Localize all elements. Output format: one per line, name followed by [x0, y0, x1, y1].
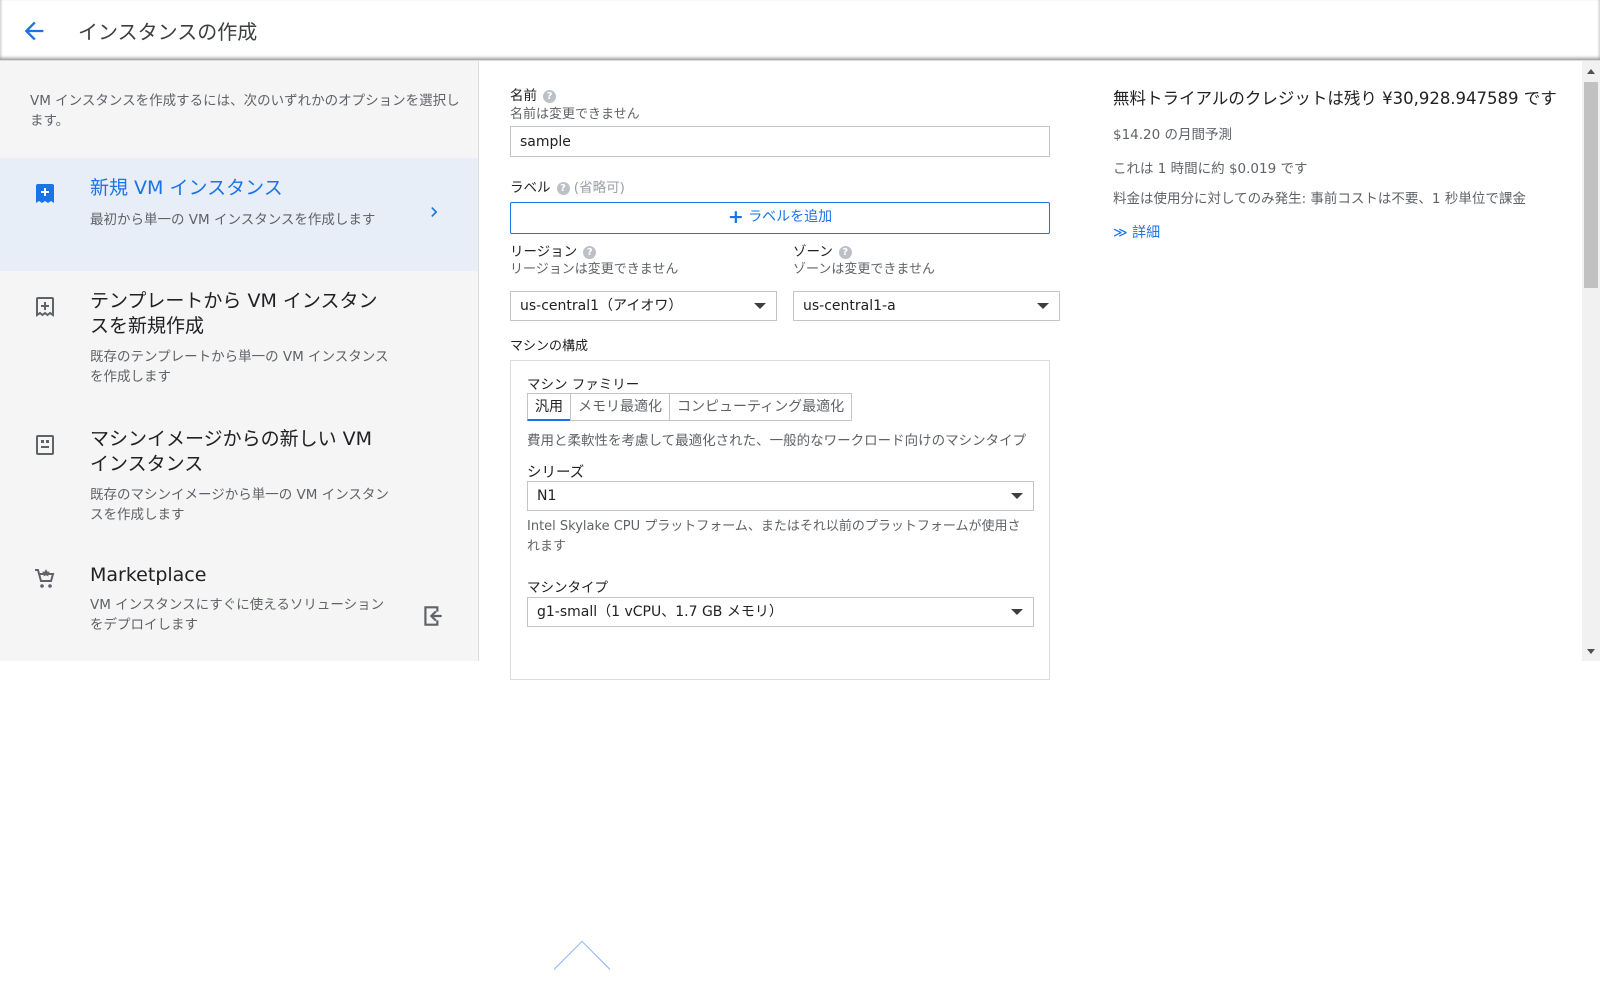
zone-label: ゾーン? — [793, 240, 852, 260]
option-desc: 既存のテンプレートから単一の VM インスタンスを作成します — [90, 349, 389, 385]
series-select[interactable]: N1 — [527, 481, 1034, 511]
option-title: テンプレートから VM インスタンスを新規作成 — [90, 290, 378, 337]
option-from-machine-image[interactable]: マシンイメージからの新しい VM インスタンス 既存のマシンイメージから単一の … — [0, 417, 478, 537]
series-label: シリーズ — [527, 465, 585, 481]
machine-config-box: マシン ファミリー 汎用 メモリ最適化 コンピューティング最適化 費用と柔軟性を… — [510, 360, 1050, 997]
scroll-down-icon[interactable] — [1587, 649, 1595, 654]
option-desc: 最初から単一の VM インスタンスを作成します — [90, 212, 376, 228]
dropdown-icon — [1011, 493, 1023, 499]
add-box-icon — [36, 184, 54, 203]
option-title: マシンイメージからの新しい VM インスタンス — [90, 428, 373, 475]
region-label: リージョン? — [510, 240, 597, 260]
dropdown-icon — [1037, 303, 1049, 309]
name-sub: 名前は変更できません — [510, 107, 640, 122]
add-label-button[interactable]: + ラベルを追加 — [510, 202, 1050, 234]
main-form: 名前? 名前は変更できません ラベル? (省略可) + ラベルを追加 リージョン… — [480, 61, 1583, 997]
plus-icon: + — [727, 206, 744, 228]
machine-type-label: マシンタイプ — [527, 580, 608, 596]
chevron-right-icon — [431, 207, 438, 217]
tab-compute-optimized[interactable]: コンピューティング最適化 — [669, 393, 853, 421]
scrollbar[interactable] — [1582, 61, 1600, 661]
expand-icon: ≫ — [1113, 225, 1128, 241]
option-title: Marketplace — [90, 564, 207, 586]
name-label: 名前? — [510, 84, 556, 104]
series-desc: Intel Skylake CPU プラットフォーム、またはそれ以前のプラットフ… — [527, 519, 1021, 554]
dropdown-icon — [754, 303, 766, 309]
machine-config-label: マシンの構成 — [510, 339, 589, 354]
option-title: 新規 VM インスタンス — [90, 177, 283, 199]
monthly-estimate: $14.20 の月間予測 — [1113, 127, 1233, 143]
add-template-icon — [36, 297, 54, 317]
label-label: ラベル? (省略可) — [510, 180, 625, 196]
region-select[interactable]: us-central1（アイオワ） — [510, 291, 777, 321]
credit-text: 無料トライアルのクレジットは残り ¥30,928.947589 です — [1113, 89, 1557, 108]
tab-memory-optimized[interactable]: メモリ最適化 — [570, 393, 670, 421]
option-desc: 既存のマシンイメージから単一の VM インスタンスを作成します — [90, 487, 389, 523]
region-sub: リージョンは変更できません — [510, 262, 679, 277]
machine-type-select[interactable]: g1-small（1 vCPU、1.7 GB メモリ） — [527, 597, 1034, 627]
page-title: インスタンスの作成 — [78, 20, 258, 44]
help-icon[interactable]: ? — [556, 182, 570, 195]
zone-select[interactable]: us-central1-a — [793, 291, 1060, 321]
family-desc: 費用と柔軟性を考慮して最適化された、一般的なワークロード向けのマシンタイプ — [527, 433, 1027, 449]
cost-summary: 無料トライアルのクレジットは残り ¥30,928.947589 です $14.2… — [1113, 85, 1583, 242]
sidebar-intro: VM インスタンスを作成するには、次のいずれかのオプションを選択します。 — [30, 93, 460, 129]
machine-image-icon — [36, 435, 54, 455]
diagram-shape — [553, 940, 611, 997]
details-link[interactable]: ≫ 詳細 — [1113, 222, 1583, 242]
scroll-thumb[interactable] — [1584, 82, 1598, 288]
sidebar: VM インスタンスを作成するには、次のいずれかのオプションを選択します。 新規 … — [0, 61, 479, 661]
family-tabs: 汎用 メモリ最適化 コンピューティング最適化 — [527, 393, 853, 421]
machine-family-label: マシン ファミリー — [527, 377, 640, 393]
scroll-up-icon[interactable] — [1587, 69, 1595, 74]
help-icon[interactable]: ? — [543, 90, 556, 103]
hourly-estimate: これは 1 時間に約 $0.019 です — [1113, 161, 1308, 177]
option-new-vm[interactable]: 新規 VM インスタンス 最初から単一の VM インスタンスを作成します — [0, 158, 478, 271]
collapse-panel-icon[interactable] — [420, 603, 446, 629]
top-bar: インスタンスの作成 — [0, 0, 1600, 61]
dropdown-icon — [1011, 609, 1023, 615]
option-from-template[interactable]: テンプレートから VM インスタンスを新規作成 既存のテンプレートから単一の V… — [0, 279, 478, 399]
billing-note: 料金は使用分に対してのみ発生: 事前コストは不要、1 秒単位で課金 — [1113, 191, 1526, 207]
tab-general[interactable]: 汎用 — [527, 393, 571, 421]
zone-sub: ゾーンは変更できません — [793, 262, 935, 277]
name-input[interactable] — [510, 126, 1050, 157]
back-arrow-icon[interactable] — [20, 17, 48, 45]
option-desc: VM インスタンスにすぐに使えるソリューションをデプロイします — [90, 597, 385, 633]
option-marketplace[interactable]: Marketplace VM インスタンスにすぐに使えるソリューションをデプロイ… — [0, 555, 478, 659]
cart-icon — [35, 569, 55, 588]
